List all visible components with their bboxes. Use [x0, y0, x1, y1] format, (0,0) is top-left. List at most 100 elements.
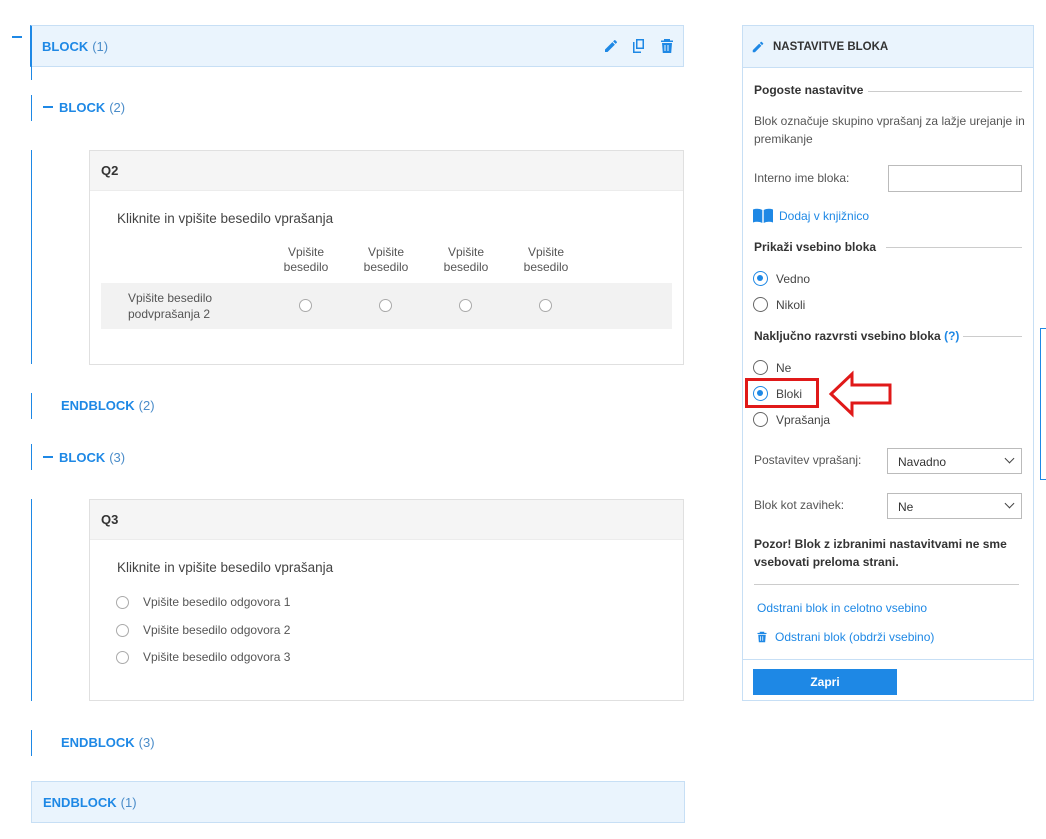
collapse-block1-icon[interactable]	[12, 36, 22, 38]
matrix-row-label[interactable]: Vpišite besedilo podvprašanja 2	[128, 290, 238, 322]
matrix-column-header[interactable]: Vpišite besedilo	[351, 245, 421, 275]
answer-radio[interactable]	[116, 650, 129, 664]
divider	[963, 336, 1022, 337]
matrix-radio[interactable]	[299, 299, 312, 312]
copy-icon[interactable]	[631, 38, 647, 54]
radio-selected[interactable]	[753, 271, 768, 286]
show-option-always[interactable]: Vedno	[753, 271, 810, 286]
show-option-label[interactable]: Nikoli	[776, 298, 805, 312]
close-button[interactable]: Zapri	[753, 669, 897, 695]
endblock1-number: (1)	[120, 794, 137, 810]
question-card-q3[interactable]: Q3 Kliknite in vpišite besedilo vprašanj…	[89, 499, 684, 701]
endblock2-number: (2)	[138, 398, 155, 413]
show-option-never[interactable]: Nikoli	[753, 297, 805, 312]
divider	[754, 584, 1019, 585]
endblock3-header[interactable]: ENDBLOCK (3)	[61, 735, 155, 750]
random-order-label: Naključno razvrsti vsebino bloka	[754, 329, 941, 343]
divider	[868, 91, 1022, 92]
question-text[interactable]: Kliknite in vpišite besedilo vprašanja	[117, 211, 333, 226]
trash-icon[interactable]	[659, 38, 675, 54]
block3-content-line	[31, 499, 32, 701]
internal-name-label: Interno ime bloka:	[754, 171, 850, 185]
edit-icon[interactable]	[603, 38, 619, 54]
block3-guide-line	[31, 444, 32, 470]
question-text[interactable]: Kliknite in vpišite besedilo vprašanja	[117, 560, 333, 575]
panel-title: NASTAVITVE BLOKA	[773, 40, 889, 53]
block2-number: (2)	[109, 100, 126, 115]
random-option-questions[interactable]: Vprašanja	[753, 412, 830, 427]
answer-label[interactable]: Vpišite besedilo odgovora 1	[143, 595, 290, 609]
remove-block-keep-content-link[interactable]: Odstrani blok (obdrži vsebino)	[756, 630, 934, 644]
block1-guide-line	[31, 66, 32, 80]
pencil-icon	[752, 41, 764, 52]
tab-select[interactable]: Ne	[887, 493, 1022, 519]
tab-select-value: Ne	[898, 500, 914, 514]
block1-actions	[603, 38, 675, 54]
block1-number: (1)	[92, 38, 109, 54]
answer-option[interactable]: Vpišite besedilo odgovora 2	[116, 623, 290, 637]
add-to-library-label[interactable]: Dodaj v knjižnico	[779, 209, 869, 223]
matrix-column-header[interactable]: Vpišite besedilo	[271, 245, 341, 275]
radio-unselected[interactable]	[753, 297, 768, 312]
tab-label: Blok kot zavihek:	[754, 498, 845, 512]
block2-keyword: BLOCK	[59, 100, 106, 115]
collapse-block3-icon[interactable]	[43, 456, 53, 458]
matrix-radio[interactable]	[539, 299, 552, 312]
collapse-block2-icon[interactable]	[43, 106, 53, 108]
random-order-title: Naključno razvrsti vsebino bloka (?)	[754, 329, 959, 343]
add-to-library-link[interactable]: Dodaj v knjižnico	[753, 208, 869, 223]
show-option-label[interactable]: Vedno	[776, 272, 810, 286]
answer-option[interactable]: Vpišite besedilo odgovora 1	[116, 595, 290, 609]
question-id: Q2	[90, 151, 683, 191]
endblock3-keyword: ENDBLOCK	[61, 735, 135, 750]
panel-header: NASTAVITVE BLOKA	[743, 26, 1033, 68]
block-settings-panel: NASTAVITVE BLOKA Pogoste nastavitve Blok…	[742, 25, 1034, 701]
answer-radio[interactable]	[116, 595, 129, 609]
matrix-row: Vpišite besedilo podvprašanja 2	[101, 283, 672, 329]
endblock3-number: (3)	[138, 735, 155, 750]
endblock1-keyword: ENDBLOCK	[43, 794, 117, 810]
remove-keep-label[interactable]: Odstrani blok (obdrži vsebino)	[775, 630, 934, 644]
endblock3-guide-line	[31, 730, 32, 756]
chevron-down-icon	[1004, 498, 1015, 509]
layout-select[interactable]: Navadno	[887, 448, 1022, 474]
radio-unselected[interactable]	[753, 360, 768, 375]
answer-option[interactable]: Vpišite besedilo odgovora 3	[116, 650, 290, 664]
matrix-radio[interactable]	[459, 299, 472, 312]
scroll-indicator	[1040, 328, 1046, 480]
block-description: Blok označuje skupino vprašanj za lažje …	[754, 114, 1025, 146]
endblock2-guide-line	[31, 393, 32, 419]
endblock2-header[interactable]: ENDBLOCK (2)	[61, 398, 155, 413]
page-break-warning: Pozor! Blok z izbranimi nastavitvami ne …	[754, 537, 1007, 569]
footer-divider	[743, 659, 1033, 660]
random-option-no[interactable]: Ne	[753, 360, 791, 375]
matrix-radio[interactable]	[379, 299, 392, 312]
common-settings-title: Pogoste nastavitve	[754, 83, 864, 97]
matrix-column-header[interactable]: Vpišite besedilo	[431, 245, 501, 275]
arrow-left-icon	[828, 370, 892, 418]
block3-number: (3)	[109, 450, 126, 465]
answer-radio[interactable]	[116, 623, 129, 637]
block1-header[interactable]: BLOCK (1)	[30, 25, 684, 67]
highlight-box	[745, 378, 819, 408]
endblock1-header[interactable]: ENDBLOCK (1)	[31, 781, 685, 823]
block3-keyword: BLOCK	[59, 450, 106, 465]
remove-block-with-content-link[interactable]: Odstrani blok in celotno vsebino	[757, 601, 927, 615]
matrix-column-header[interactable]: Vpišite besedilo	[511, 245, 581, 275]
layout-label: Postavitev vprašanj:	[754, 453, 862, 467]
help-link[interactable]: (?)	[944, 329, 959, 343]
block2-guide-line	[31, 95, 32, 121]
block3-header[interactable]: BLOCK (3)	[59, 450, 125, 465]
block2-header[interactable]: BLOCK (2)	[59, 100, 125, 115]
divider	[886, 247, 1022, 248]
random-option-label[interactable]: Vprašanja	[776, 413, 830, 427]
trash-icon	[757, 631, 767, 643]
question-id: Q3	[90, 500, 683, 540]
random-option-label[interactable]: Ne	[776, 361, 791, 375]
question-card-q2[interactable]: Q2 Kliknite in vpišite besedilo vprašanj…	[89, 150, 684, 365]
block1-keyword: BLOCK	[42, 38, 89, 54]
answer-label[interactable]: Vpišite besedilo odgovora 3	[143, 650, 290, 664]
radio-unselected[interactable]	[753, 412, 768, 427]
internal-name-input[interactable]	[888, 165, 1022, 192]
answer-label[interactable]: Vpišite besedilo odgovora 2	[143, 623, 290, 637]
